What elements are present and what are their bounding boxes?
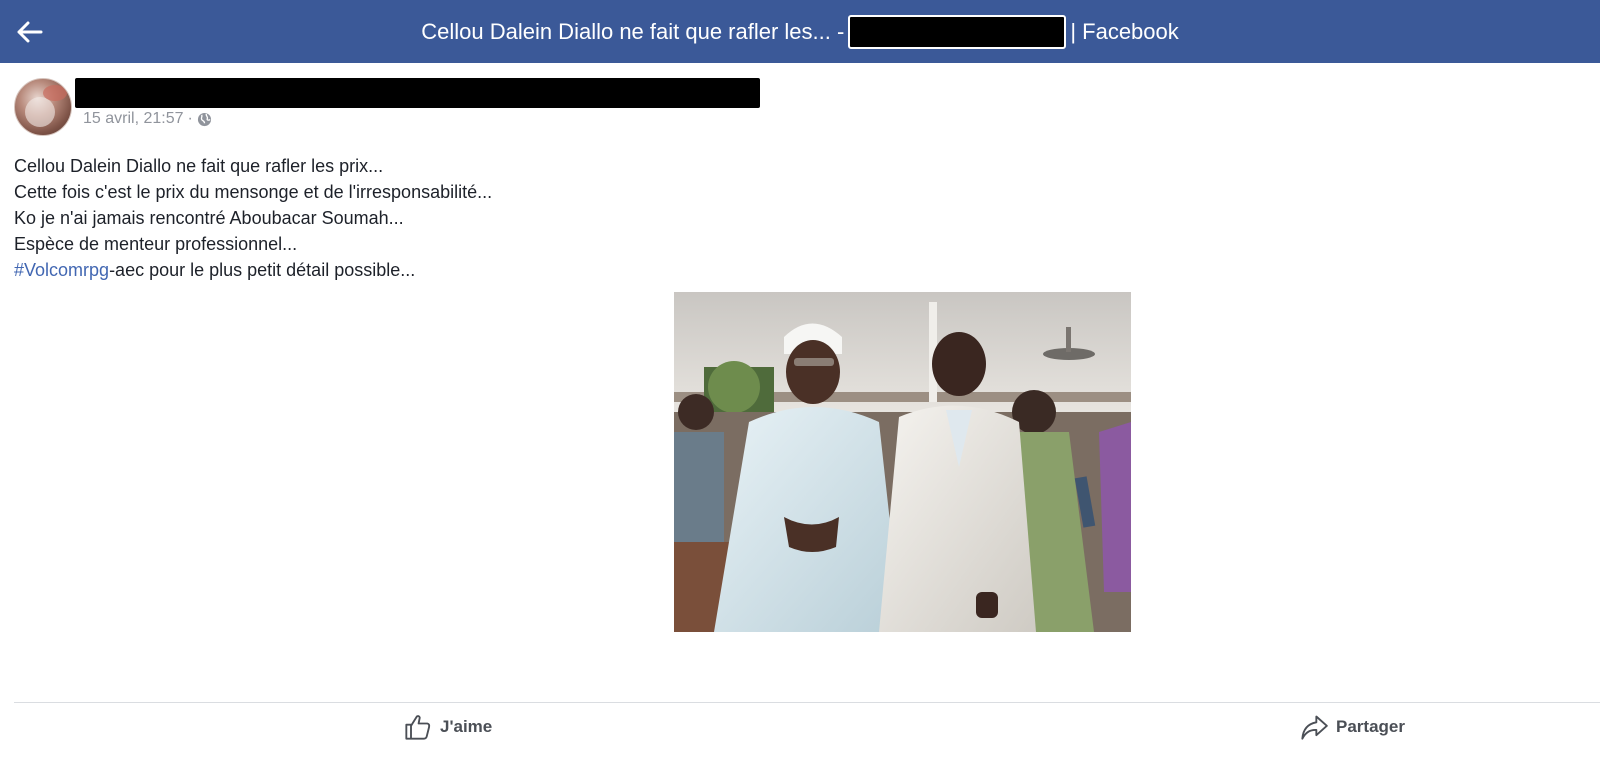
redacted-author-name <box>75 78 760 108</box>
share-label: Partager <box>1336 717 1405 736</box>
meta-separator: · <box>187 110 193 127</box>
post-line: #Volcomrpg-aec pour le plus petit détail… <box>14 257 492 283</box>
actions-divider <box>14 702 1600 703</box>
page-title: Cellou Dalein Diallo ne fait que rafler … <box>0 0 1600 63</box>
post-timestamp[interactable]: 15 avril, 21:57 <box>83 110 184 128</box>
like-button[interactable]: J'aime <box>404 712 492 742</box>
post-line: Ko je n'ai jamais rencontré Aboubacar So… <box>14 208 404 228</box>
hashtag-link[interactable]: #Volcomrpg <box>14 260 109 280</box>
post-line: Cellou Dalein Diallo ne fait que rafler … <box>14 156 384 176</box>
globe-icon <box>197 112 211 126</box>
hashtag-line-rest: -aec pour le plus petit détail possible.… <box>109 260 416 280</box>
share-arrow-icon <box>1301 715 1328 740</box>
page-title-prefix: Cellou Dalein Diallo ne fait que rafler … <box>421 18 845 44</box>
post-text: Cellou Dalein Diallo ne fait que rafler … <box>14 153 492 283</box>
post-meta: 15 avril, 21:57 · <box>83 110 212 128</box>
post-line: Cette fois c'est le prix du mensonge et … <box>14 182 493 202</box>
top-bar: Cellou Dalein Diallo ne fait que rafler … <box>0 0 1600 63</box>
page-title-suffix: | Facebook <box>1070 18 1179 44</box>
avatar[interactable] <box>14 78 72 136</box>
photo-illustration <box>674 292 1131 632</box>
post-photo[interactable] <box>674 292 1131 632</box>
share-button[interactable]: Partager <box>1300 712 1405 742</box>
thumbs-up-icon <box>405 715 431 740</box>
like-label: J'aime <box>440 717 493 736</box>
redacted-page-name <box>848 14 1067 49</box>
post-line: Espèce de menteur professionnel... <box>14 234 298 254</box>
